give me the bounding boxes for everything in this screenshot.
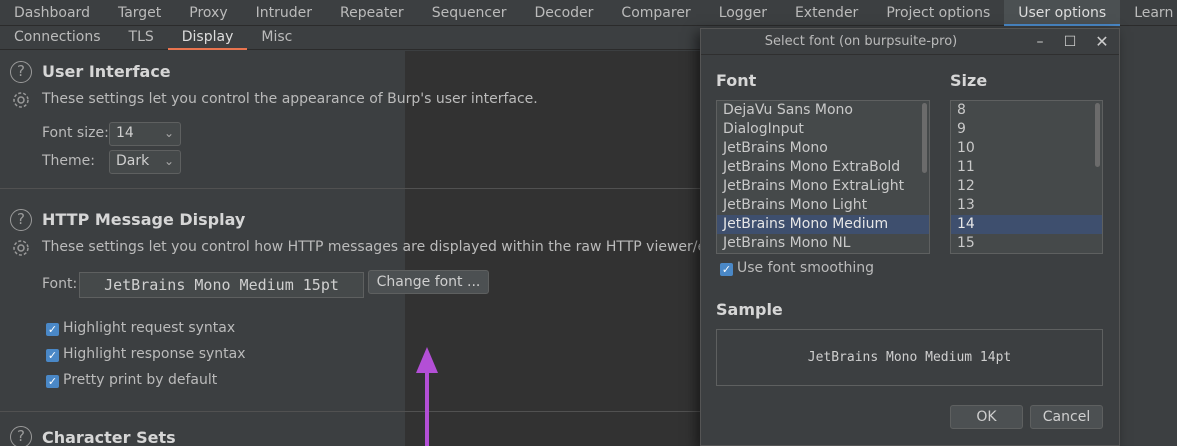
size-list-item[interactable]: 15 [951,234,1102,253]
font-label: Font: [42,276,78,292]
font-list[interactable]: DejaVu Sans Mono DialogInput JetBrains Mon… [716,100,930,254]
user-interface-title: User Interface [42,62,171,81]
checkmark-icon: ✓ [720,263,733,276]
cancel-button[interactable]: Cancel [1030,405,1103,429]
checkbox-label: Highlight request syntax [63,320,236,336]
checkbox-label: Pretty print by default [63,372,218,388]
font-smoothing-checkbox[interactable]: ✓ Use font smoothing [720,260,874,276]
subtab-display[interactable]: Display [167,26,248,50]
ok-button[interactable]: OK [950,405,1023,429]
subtab-misc[interactable]: Misc [247,26,306,50]
tab-comparer[interactable]: Comparer [607,0,704,26]
dialog-titlebar: Select font (on burpsuite-pro) – ☐ ✕ [701,29,1119,55]
main-tab-bar: Dashboard Target Proxy Intruder Repeater Sequ… [0,0,1177,26]
theme-select[interactable]: Dark ⌄ [109,150,181,174]
font-list-item[interactable]: JetBrains Mono ExtraBold [717,158,929,177]
maximize-icon[interactable]: ☐ [1061,33,1079,51]
gear-icon[interactable] [10,237,32,259]
tab-user-options[interactable]: User options [1004,0,1121,26]
size-list-item[interactable]: 9 [951,120,1102,139]
font-list-item[interactable]: JetBrains Mono Medium [717,215,929,234]
chevron-down-icon: ⌄ [163,126,174,140]
select-font-dialog: Select font (on burpsuite-pro) – ☐ ✕ Fon… [700,28,1120,446]
checkmark-icon: ✓ [46,323,59,336]
subtab-connections[interactable]: Connections [0,26,115,50]
help-icon[interactable]: ? [10,209,32,231]
dialog-title: Select font (on burpsuite-pro) [764,34,958,49]
font-list-item[interactable]: JetBrains Mono NL [717,234,929,253]
tab-logger[interactable]: Logger [705,0,781,26]
app-window: Dashboard Target Proxy Intruder Repeater Sequ… [0,0,1177,446]
tab-dashboard[interactable]: Dashboard [0,0,104,26]
tab-decoder[interactable]: Decoder [521,0,608,26]
size-list[interactable]: 8 9 10 11 12 13 14 15 [950,100,1103,254]
sub-tab-bar: Connections TLS Display Misc [0,26,700,50]
change-font-button[interactable]: Change font ... [368,270,489,294]
tab-project-options[interactable]: Project options [872,0,1004,26]
size-list-item[interactable]: 14 [951,215,1102,234]
font-size-select[interactable]: 14 ⌄ [109,122,181,146]
background-line [450,105,700,127]
size-list-item[interactable]: 13 [951,196,1102,215]
settings-panel: ? User Interface These settings let you … [0,51,742,446]
tab-sequencer[interactable]: Sequencer [418,0,521,26]
highlight-response-checkbox[interactable]: ✓ Highlight response syntax [46,346,246,362]
font-display-field: JetBrains Mono Medium 15pt [79,272,364,298]
help-icon[interactable]: ? [10,426,32,446]
character-sets-title: Character Sets [42,428,176,446]
http-message-display-description: These settings let you control how HTTP … [42,239,742,255]
tab-learn[interactable]: Learn [1120,0,1177,26]
pretty-print-checkbox[interactable]: ✓ Pretty print by default [46,372,217,388]
tab-extender[interactable]: Extender [781,0,872,26]
http-message-display-title: HTTP Message Display [42,210,246,229]
tab-proxy[interactable]: Proxy [175,0,241,26]
chevron-down-icon: ⌄ [163,154,174,168]
font-size-label: Font size: [42,125,109,141]
font-list-item[interactable]: JetBrains Mono Light [717,196,929,215]
minimize-icon[interactable]: – [1031,33,1049,51]
close-icon[interactable]: ✕ [1093,33,1111,51]
size-list-scrollbar[interactable] [1095,103,1100,167]
user-interface-description: These settings let you control the appea… [42,91,538,107]
help-icon[interactable]: ? [10,61,32,83]
tab-target[interactable]: Target [104,0,175,26]
font-list-item[interactable]: JetBrains Mono [717,139,929,158]
size-list-item[interactable]: 8 [951,101,1102,120]
font-list-item[interactable]: DialogInput [717,120,929,139]
tab-intruder[interactable]: Intruder [242,0,326,26]
annotation-arrow [416,347,438,446]
size-list-item[interactable]: 11 [951,158,1102,177]
font-list-item[interactable]: JetBrains Mono ExtraLight [717,177,929,196]
font-list-label: Font [716,71,757,90]
size-list-item[interactable]: 10 [951,139,1102,158]
theme-label: Theme: [42,153,96,169]
sample-label: Sample [716,300,783,319]
gear-icon[interactable] [10,89,32,111]
font-size-value: 14 [116,125,134,141]
section-divider [0,411,700,412]
size-list-item[interactable]: 12 [951,177,1102,196]
checkbox-label: Use font smoothing [737,260,874,276]
checkmark-icon: ✓ [46,349,59,362]
font-list-scrollbar[interactable] [922,103,927,173]
checkbox-label: Highlight response syntax [63,346,246,362]
highlight-request-checkbox[interactable]: ✓ Highlight request syntax [46,320,235,336]
tab-repeater[interactable]: Repeater [326,0,418,26]
subtab-tls[interactable]: TLS [115,26,168,50]
checkmark-icon: ✓ [46,375,59,388]
section-divider [0,188,700,189]
theme-value: Dark [116,153,150,169]
size-list-label: Size [950,71,988,90]
font-list-item[interactable]: DejaVu Sans Mono [717,101,929,120]
sample-preview: JetBrains Mono Medium 14pt [716,329,1103,386]
